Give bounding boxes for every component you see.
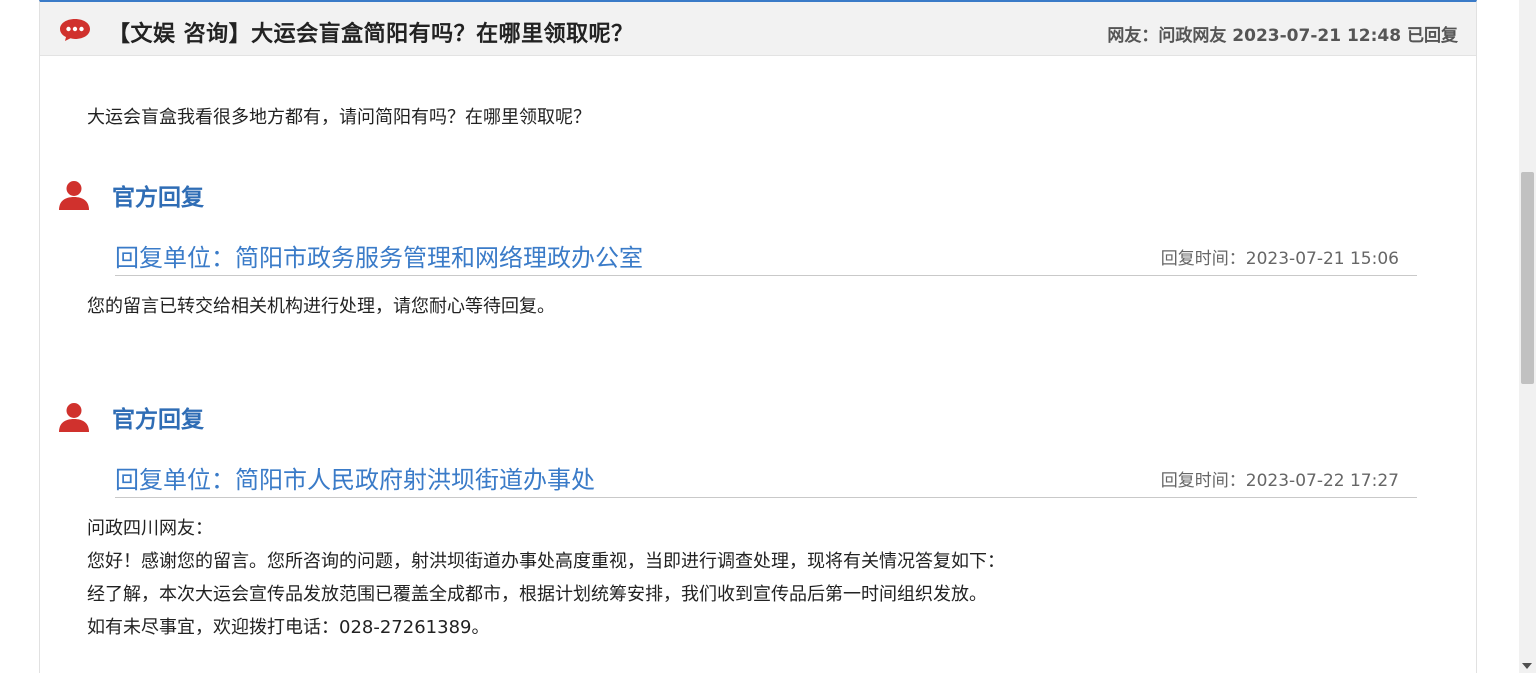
reply-unit: 回复单位：简阳市政务服务管理和网络理政办公室 — [115, 244, 643, 272]
person-icon — [59, 403, 89, 432]
message-meta: 网友：问政网友 2023-07-21 12:48 已回复 — [1107, 26, 1458, 46]
reply-time: 回复时间：2023-07-22 17:27 — [1160, 471, 1399, 491]
message-title: 【文娱 咨询】大运会盲盒简阳有吗？在哪里领取呢？ — [108, 22, 634, 47]
message-header: 【文娱 咨询】大运会盲盒简阳有吗？在哪里领取呢？ 网友：问政网友 2023-07… — [40, 2, 1476, 56]
reply-unit: 回复单位：简阳市人民政府射洪坝街道办事处 — [115, 466, 595, 494]
person-icon — [59, 181, 89, 210]
reply-line: 您的留言已转交给相关机构进行处理，请您耐心等待回复。 — [87, 296, 555, 317]
page: 【文娱 咨询】大运会盲盒简阳有吗？在哪里领取呢？ 网友：问政网友 2023-07… — [0, 0, 1536, 673]
reply-label: 官方回复 — [112, 185, 204, 211]
chat-bubble-icon — [60, 19, 90, 41]
reply-line: 经了解，本次大运会宣传品发放范围已覆盖全成都市，根据计划统筹安排，我们收到宣传品… — [87, 584, 987, 605]
reply-content: 您的留言已转交给相关机构进行处理，请您耐心等待回复。 — [87, 290, 555, 323]
scrollbar-thumb[interactable] — [1521, 172, 1534, 384]
reply-unit-row: 回复单位：简阳市政务服务管理和网络理政办公室 回复时间：2023-07-21 1… — [115, 236, 1417, 276]
message-detail-panel: 【文娱 咨询】大运会盲盒简阳有吗？在哪里领取呢？ 网友：问政网友 2023-07… — [39, 0, 1477, 673]
reply-label: 官方回复 — [112, 407, 204, 433]
reply-line: 您好！感谢您的留言。您所咨询的问题，射洪坝街道办事处高度重视，当即进行调查处理，… — [87, 551, 1005, 572]
vertical-scrollbar[interactable] — [1519, 0, 1536, 673]
reply-time: 回复时间：2023-07-21 15:06 — [1160, 249, 1399, 269]
reply-line: 问政四川网友： — [87, 518, 213, 539]
reply-line: 如有未尽事宜，欢迎拨打电话：028-27261389。 — [87, 617, 490, 638]
scroll-down-arrow-icon[interactable] — [1522, 663, 1532, 669]
reply-content: 问政四川网友： 您好！感谢您的留言。您所咨询的问题，射洪坝街道办事处高度重视，当… — [87, 512, 1005, 644]
question-text: 大运会盲盒我看很多地方都有，请问简阳有吗？在哪里领取呢？ — [87, 107, 591, 128]
reply-unit-row: 回复单位：简阳市人民政府射洪坝街道办事处 回复时间：2023-07-22 17:… — [115, 458, 1417, 498]
